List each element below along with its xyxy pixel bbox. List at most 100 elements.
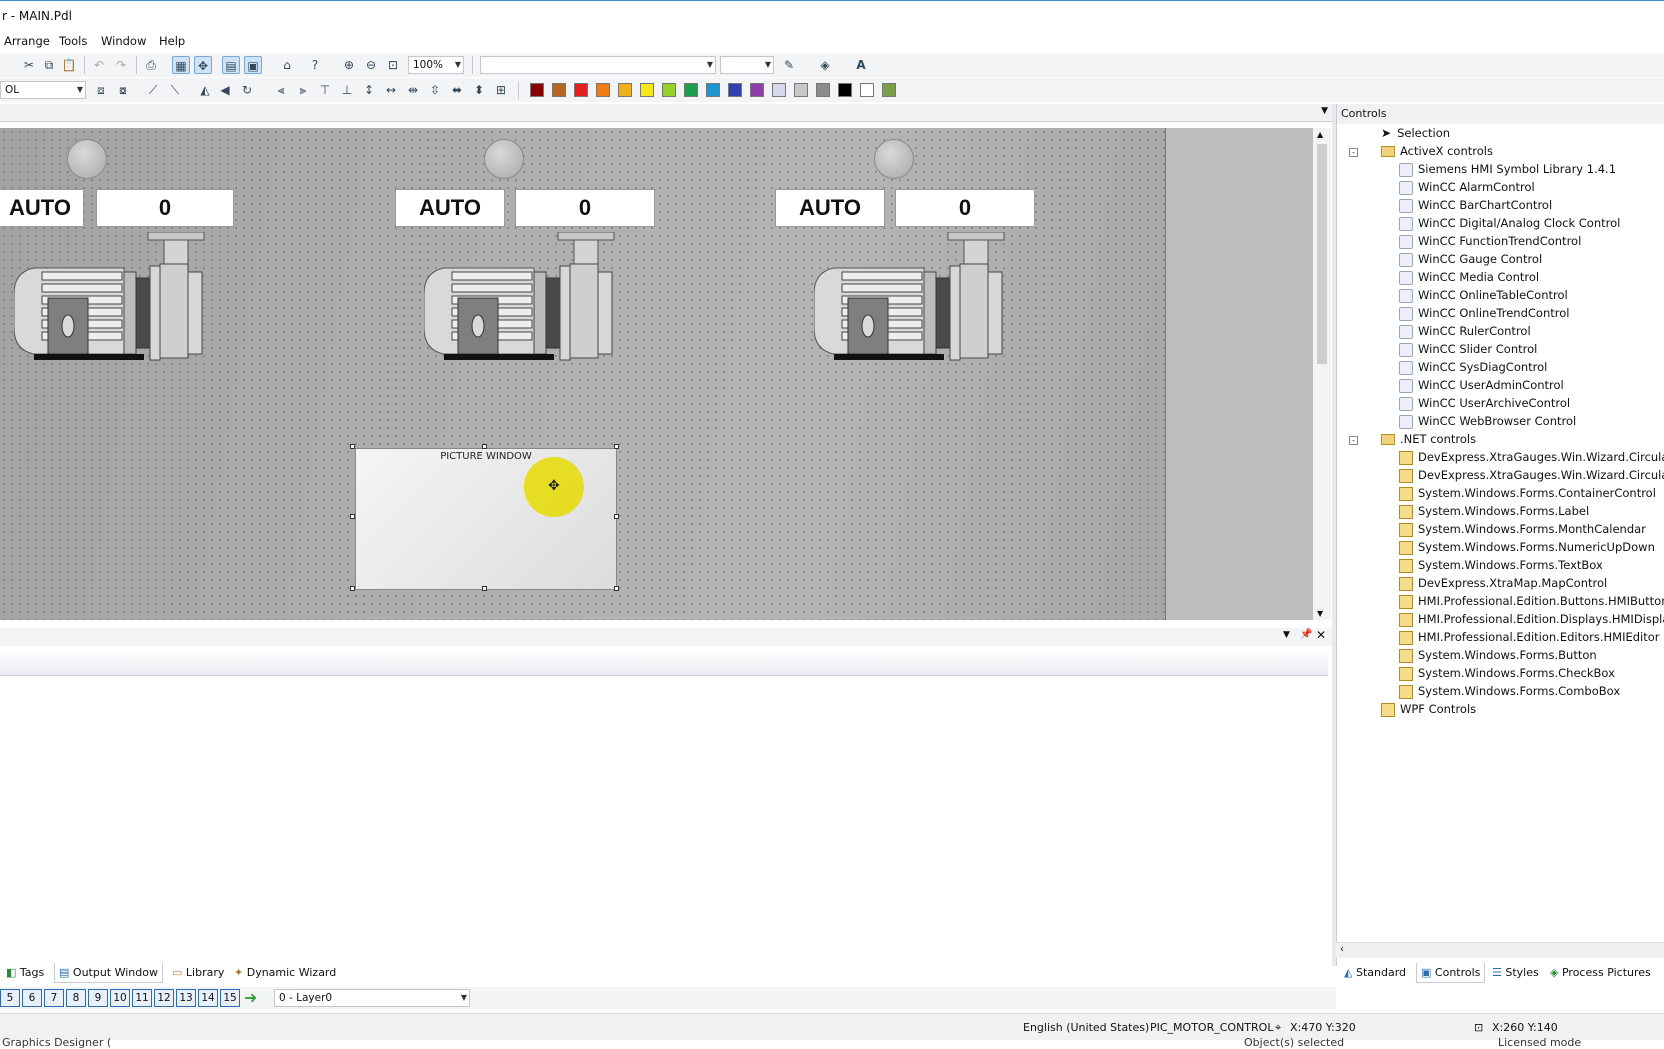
color-swatch[interactable] <box>618 83 632 97</box>
tree-item[interactable]: WinCC BarChartControl <box>1399 198 1552 216</box>
layer-button[interactable]: 11 <box>132 989 152 1007</box>
tree-item[interactable]: DevExpress.XtraGauges.Win.Wizard.Circula… <box>1399 450 1664 468</box>
tree-item[interactable]: ➤ Selection <box>1381 126 1450 144</box>
resize-handle[interactable] <box>350 586 355 591</box>
layer-combo[interactable]: 0 - Layer0 ▼ <box>274 989 470 1007</box>
motor-pump-icon[interactable] <box>14 232 214 370</box>
resize-handle[interactable] <box>482 444 487 449</box>
line-color-icon[interactable]: ✎ <box>780 56 798 74</box>
object-combo[interactable]: OL ▼ <box>0 81 86 99</box>
resize-handle[interactable] <box>350 444 355 449</box>
copy-icon[interactable]: ⧉ <box>40 56 58 74</box>
status-lamp[interactable] <box>874 139 914 179</box>
collapse-icon[interactable]: - <box>1349 148 1358 157</box>
tree-item[interactable]: System.Windows.Forms.MonthCalendar <box>1399 522 1646 540</box>
font-size-combo[interactable]: ▼ <box>720 56 774 74</box>
tree-item[interactable]: WinCC UserArchiveControl <box>1399 396 1570 414</box>
tree-item[interactable]: WinCC WebBrowser Control <box>1399 414 1576 432</box>
space-horizontal-icon[interactable]: ⇹ <box>404 81 422 99</box>
disconnect-icon[interactable]: ⟍ <box>166 81 184 99</box>
value-display[interactable]: 0 <box>515 189 655 227</box>
chevron-down-icon[interactable]: ▼ <box>1321 106 1328 116</box>
align-left-icon[interactable]: ⫷ <box>272 81 290 99</box>
tree-item[interactable]: - .NET controls <box>1349 432 1476 450</box>
color-swatch[interactable] <box>640 83 654 97</box>
tab-output-window[interactable]: ▤ Output Window <box>54 963 163 983</box>
color-swatch[interactable] <box>838 83 852 97</box>
chevron-down-icon[interactable]: ▼ <box>1283 630 1290 640</box>
layer-button[interactable]: 14 <box>198 989 218 1007</box>
zoom-in-icon[interactable]: ⊕ <box>340 56 358 74</box>
tree-item[interactable]: - ActiveX controls <box>1349 144 1493 162</box>
tree-item[interactable]: WPF Controls <box>1381 702 1476 720</box>
rotate-icon[interactable]: ↻ <box>238 81 256 99</box>
tree-item[interactable]: WinCC FunctionTrendControl <box>1399 234 1581 252</box>
color-swatch[interactable] <box>860 83 874 97</box>
same-size-icon[interactable]: ⊞ <box>492 81 510 99</box>
paste-icon[interactable]: 📋 <box>60 56 78 74</box>
scroll-left-icon[interactable]: ‹ <box>1340 944 1344 955</box>
picture-properties-icon[interactable]: ⌂ <box>278 56 296 74</box>
bring-to-front-icon[interactable]: ⧈ <box>92 81 110 99</box>
color-swatch[interactable] <box>552 83 566 97</box>
tree-item[interactable]: WinCC AlarmControl <box>1399 180 1535 198</box>
mode-display[interactable]: AUTO <box>395 189 505 227</box>
picture-canvas[interactable]: AUTO 0 AUTO 0 AUTO 0 PICTURE WINDOW <box>0 128 1313 620</box>
layer-button[interactable]: 6 <box>22 989 42 1007</box>
pin-icon[interactable]: 📌 <box>1300 629 1312 640</box>
align-right-icon[interactable]: ⫸ <box>294 81 312 99</box>
resize-handle[interactable] <box>614 586 619 591</box>
font-name-combo[interactable]: ▼ <box>480 56 716 74</box>
print-icon[interactable]: ⎙ <box>142 56 160 74</box>
resize-handle[interactable] <box>614 514 619 519</box>
color-swatch[interactable] <box>794 83 808 97</box>
tree-item[interactable]: System.Windows.Forms.TextBox <box>1399 558 1603 576</box>
close-icon[interactable]: ✕ <box>1316 628 1326 642</box>
fill-color-icon[interactable]: ◈ <box>816 56 834 74</box>
tree-item[interactable]: WinCC Digital/Analog Clock Control <box>1399 216 1620 234</box>
tree-item[interactable]: HMI.Professional.Edition.Buttons.HMIButt… <box>1399 594 1664 612</box>
tree-item[interactable]: Siemens HMI Symbol Library 1.4.1 <box>1399 162 1616 180</box>
tree-item[interactable]: System.Windows.Forms.ComboBox <box>1399 684 1620 702</box>
connect-icon[interactable]: ⟋ <box>144 81 162 99</box>
menu-help[interactable]: Help <box>159 34 185 48</box>
layer-button[interactable]: 15 <box>220 989 240 1007</box>
collapse-icon[interactable]: - <box>1349 436 1358 445</box>
value-display[interactable]: 0 <box>96 189 234 227</box>
tree-item[interactable]: WinCC UserAdminControl <box>1399 378 1564 396</box>
tab-library[interactable]: ▭ Library <box>168 963 228 983</box>
help-pointer-icon[interactable]: ? <box>306 56 324 74</box>
color-swatch[interactable] <box>882 83 896 97</box>
status-lamp[interactable] <box>484 139 524 179</box>
tree-item[interactable]: WinCC Gauge Control <box>1399 252 1542 270</box>
same-width-icon[interactable]: ⬌ <box>448 81 466 99</box>
tab-tags[interactable]: ◧ Tags <box>2 963 48 983</box>
controls-horizontal-scrollbar[interactable]: ‹ <box>1336 942 1664 958</box>
scroll-down-icon[interactable]: ▼ <box>1317 609 1323 618</box>
status-lamp[interactable] <box>67 139 107 179</box>
cut-icon[interactable]: ✂ <box>20 56 38 74</box>
mode-display[interactable]: AUTO <box>0 189 84 227</box>
zoom-fit-icon[interactable]: ⊡ <box>384 56 402 74</box>
tree-item[interactable]: WinCC OnlineTableControl <box>1399 288 1568 306</box>
color-swatch[interactable] <box>750 83 764 97</box>
layer-button[interactable]: 9 <box>88 989 108 1007</box>
tree-item[interactable]: System.Windows.Forms.CheckBox <box>1399 666 1615 684</box>
space-vertical-icon[interactable]: ⇳ <box>426 81 444 99</box>
center-vertical-icon[interactable]: ↕ <box>360 81 378 99</box>
color-swatch[interactable] <box>816 83 830 97</box>
send-to-back-icon[interactable]: ⧇ <box>114 81 132 99</box>
same-height-icon[interactable]: ⬍ <box>470 81 488 99</box>
tree-item[interactable]: WinCC RulerControl <box>1399 324 1531 342</box>
tree-item[interactable]: WinCC Slider Control <box>1399 342 1537 360</box>
color-swatch[interactable] <box>530 83 544 97</box>
tab-standard[interactable]: ◭ Standard <box>1340 963 1410 983</box>
layers-panel-icon[interactable]: ▤ <box>222 56 240 74</box>
layer-button[interactable]: 10 <box>110 989 130 1007</box>
tree-item[interactable]: HMI.Professional.Edition.Displays.HMIDis… <box>1399 612 1664 630</box>
value-display[interactable]: 0 <box>895 189 1035 227</box>
mode-display[interactable]: AUTO <box>775 189 885 227</box>
tree-item[interactable]: DevExpress.XtraGauges.Win.Wizard.Circula… <box>1399 468 1664 486</box>
motor-pump-icon[interactable] <box>814 232 1014 370</box>
tree-item[interactable]: System.Windows.Forms.Label <box>1399 504 1589 522</box>
